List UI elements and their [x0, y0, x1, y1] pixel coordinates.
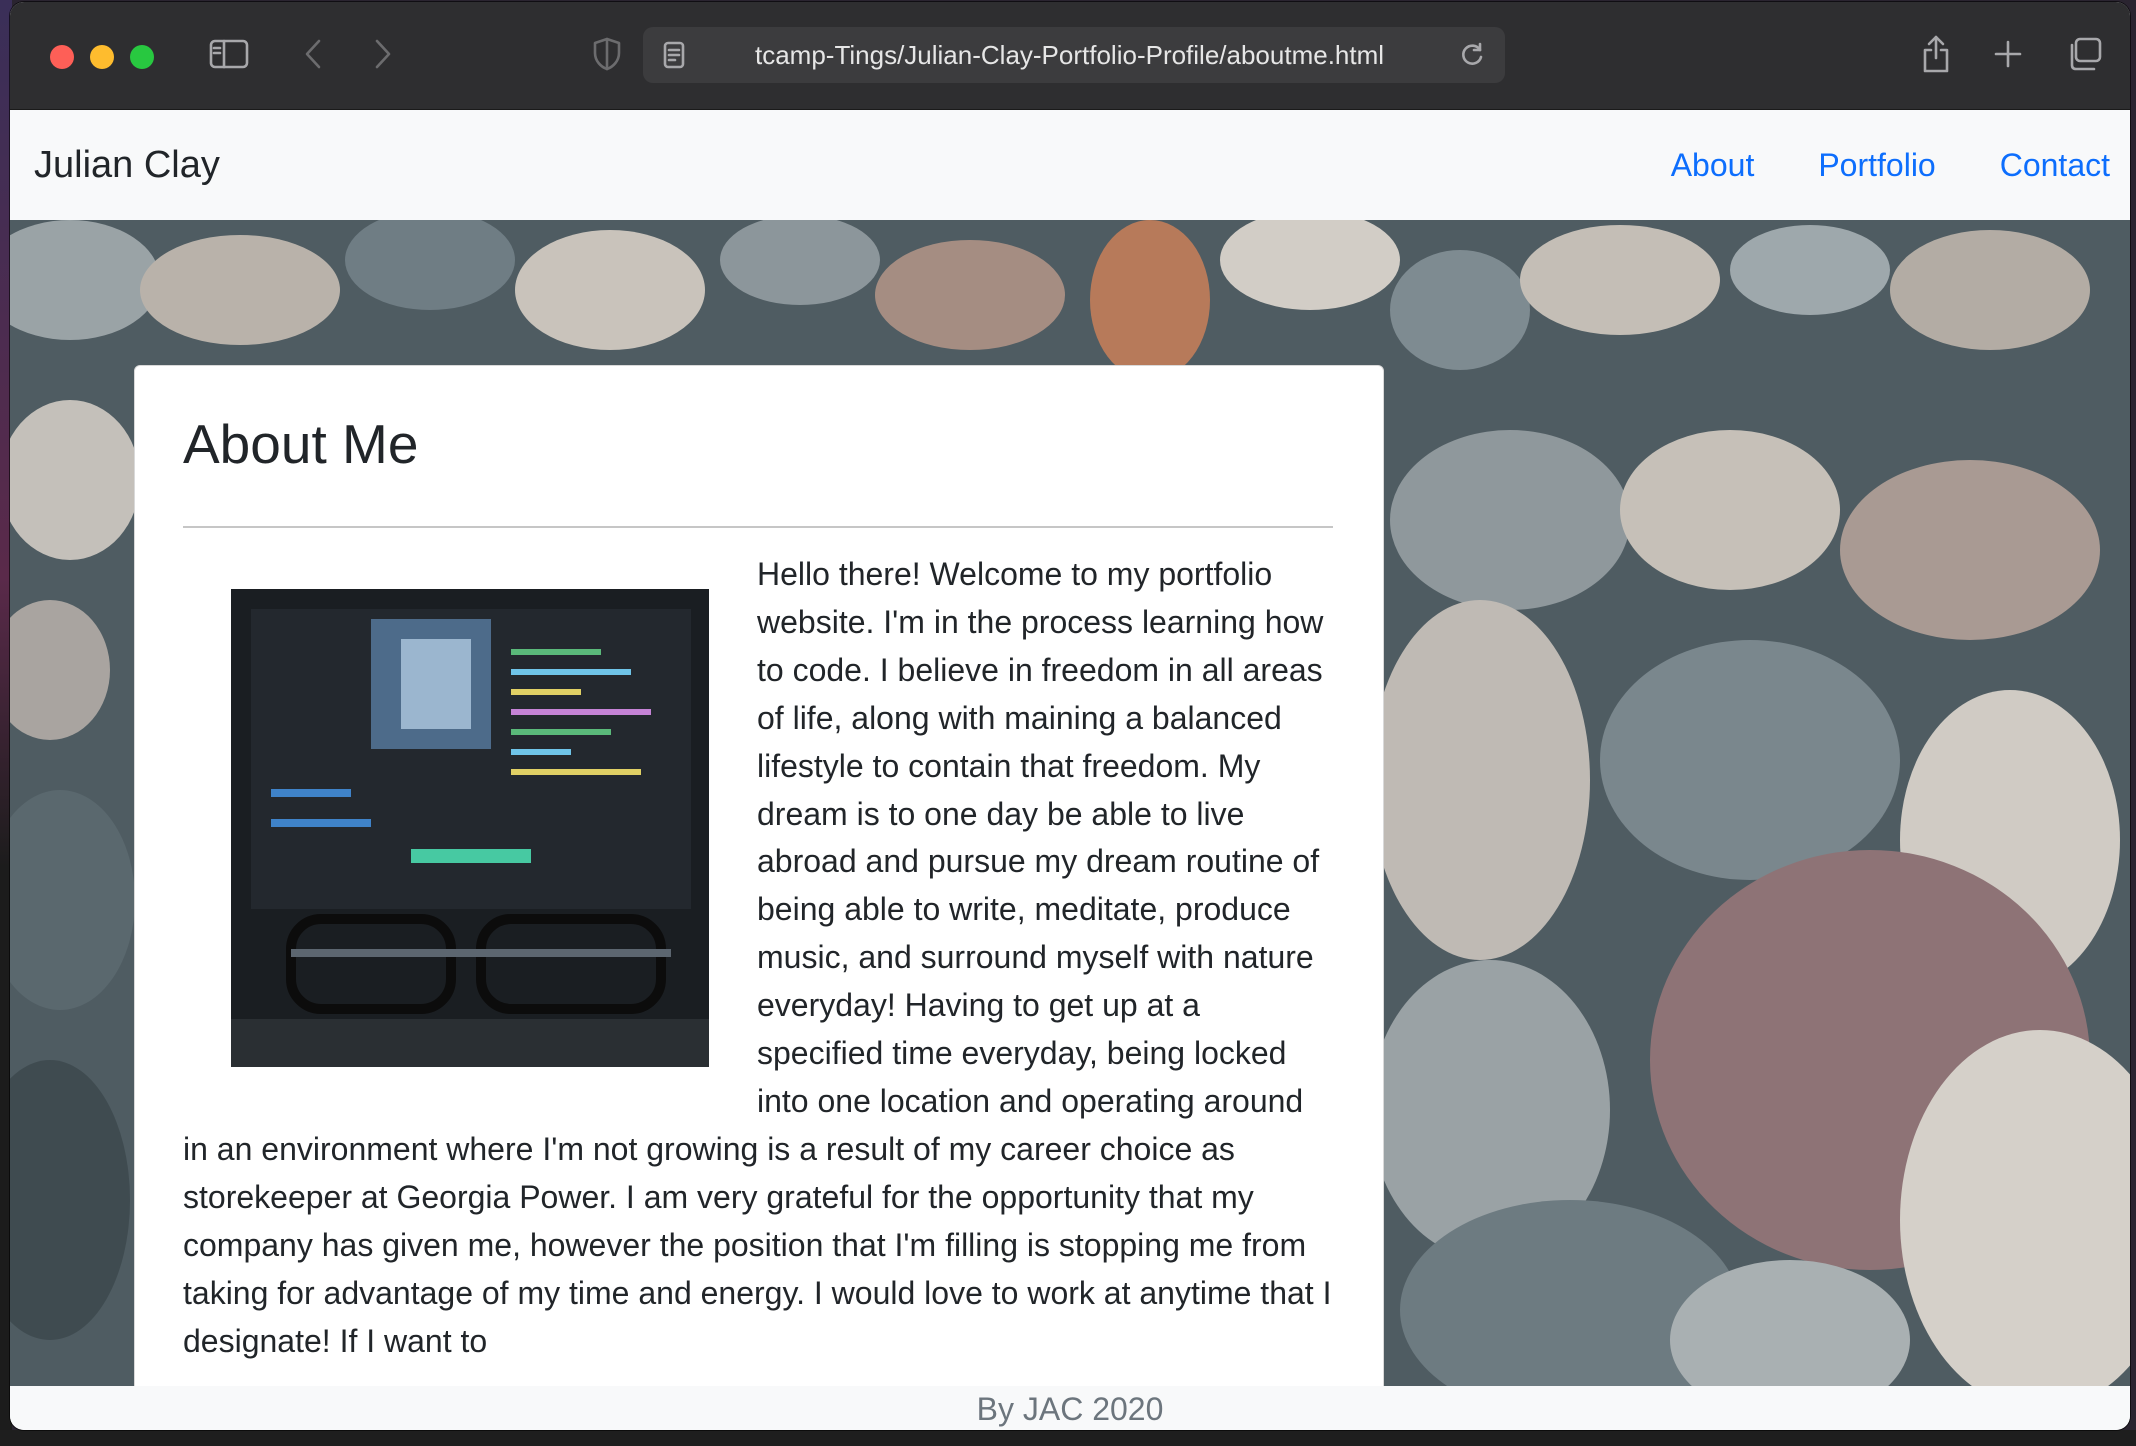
- desktop-bottom-strip: [0, 1430, 2136, 1446]
- code-screen-photo: [231, 589, 709, 1067]
- site-footer: By JAC 2020: [10, 1386, 2130, 1430]
- forward-icon[interactable]: [368, 32, 398, 76]
- code-screen-with-glasses-photo-icon: [231, 589, 709, 1067]
- about-card: About Me Hello there! Welcome to my port…: [134, 365, 1384, 1386]
- site-navbar: Julian Clay About Portfolio Contact: [10, 110, 2130, 220]
- sidebar-icon[interactable]: [206, 32, 252, 76]
- nav-link-about[interactable]: About: [1671, 147, 1755, 184]
- back-icon[interactable]: [298, 32, 328, 76]
- nav-links: About Portfolio Contact: [1607, 110, 2110, 220]
- nav-link-portfolio[interactable]: Portfolio: [1818, 147, 1935, 184]
- reader-icon[interactable]: [657, 33, 691, 77]
- tabs-overview-icon[interactable]: [2064, 32, 2104, 76]
- close-window-button[interactable]: [50, 45, 74, 69]
- about-content: Hello there! Welcome to my portfolio web…: [183, 551, 1333, 1365]
- share-icon[interactable]: [1918, 32, 1954, 76]
- page-title: About Me: [183, 413, 419, 475]
- shield-icon[interactable]: [590, 32, 624, 76]
- browser-toolbar: tcamp-Tings/Julian-Clay-Portfolio-Profil…: [10, 2, 2130, 110]
- title-divider: [183, 526, 1333, 528]
- pebbles-background-image: About Me Hello there! Welcome to my port…: [10, 220, 2130, 1386]
- url-text: tcamp-Tings/Julian-Clay-Portfolio-Profil…: [755, 40, 1385, 70]
- site-brand[interactable]: Julian Clay: [34, 110, 220, 220]
- address-bar[interactable]: tcamp-Tings/Julian-Clay-Portfolio-Profil…: [643, 27, 1505, 83]
- browser-window: tcamp-Tings/Julian-Clay-Portfolio-Profil…: [10, 2, 2130, 1430]
- zoom-window-button[interactable]: [130, 45, 154, 69]
- new-tab-icon[interactable]: [1990, 32, 2026, 76]
- minimize-window-button[interactable]: [90, 45, 114, 69]
- reload-icon[interactable]: [1455, 33, 1489, 77]
- nav-link-contact[interactable]: Contact: [2000, 147, 2110, 184]
